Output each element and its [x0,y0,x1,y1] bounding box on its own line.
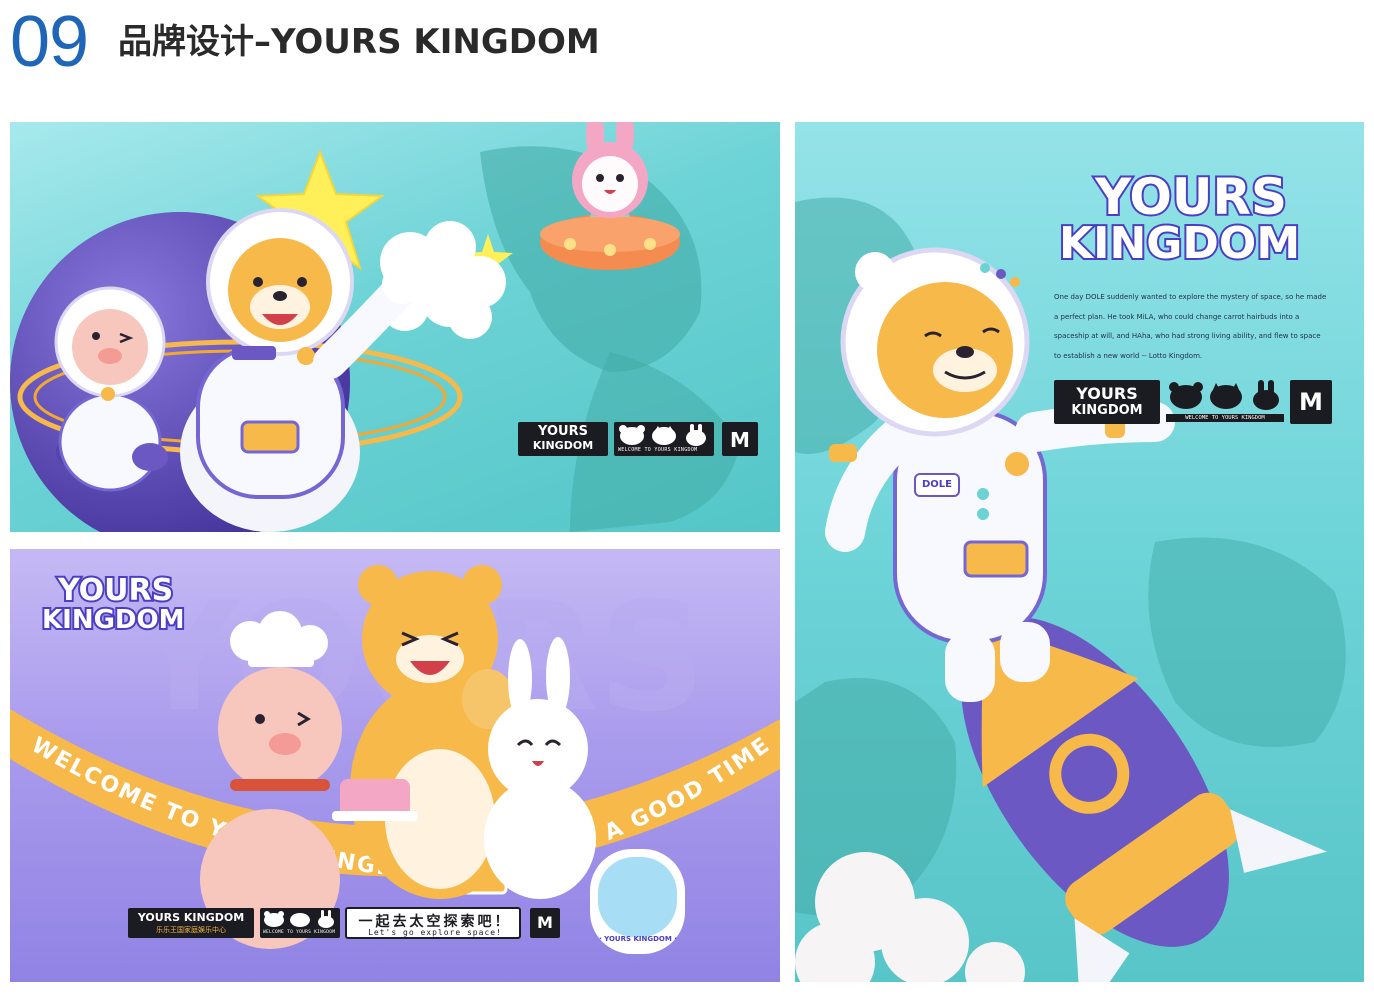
monogram-badge: M [722,422,758,456]
badge-logo-line2: KINGDOM [1071,403,1143,418]
story-line: a perfect plan. He took MiLA, who could … [1054,312,1300,321]
welcome-line: WELCOME TO YOURS KINGDOM [1166,414,1284,422]
slogan-box: 一起去太空探索吧！ Let's go explore space! [345,907,521,939]
brand-badge-bar: YOURS KINGDOM 乐乐王国家庭娱乐中心 [128,908,254,938]
brand-logo-line1: YOURS [56,571,175,610]
astronaut-name-tag: DOLE [921,479,952,490]
brand-badge-bar: YOURS KINGDOM [518,422,608,456]
poster-tiger-rocket: DOLE YOURS KINGDOM One day DOLE suddenly… [795,122,1364,982]
welcome-line: WELCOME TO YOURS KINGDOM [263,930,336,935]
character-icons-bar: WELCOME TO YOURS KINGDOM [1166,380,1284,424]
character-head-icons [619,424,706,446]
monogram-badge: M [1290,380,1332,424]
brand-badge-bar: YOURS KINGDOM [1054,380,1160,424]
monogram-letter: M [1299,388,1323,416]
brand-logo-line2: KINGDOM [1057,216,1302,271]
badge-logo-line1: YOURS [538,424,588,439]
badge-logo-line1: YOURS [1076,384,1138,403]
monogram-letter: M [730,428,750,452]
astronaut-planet-illustration [10,122,740,532]
story-line: spaceship at will, and HAha, who had str… [1054,332,1321,340]
monogram-badge: M [530,908,560,938]
section-number: 09 [10,2,89,82]
poster-three-friends: YOURS WELCOME TO YOURS KINGDOM ! HAVE A … [10,549,780,982]
section-title: 品牌设计–YOURS KINGDOM [118,22,600,62]
character-icons-bar: WELCOME TO YOURS KINGDOM [614,422,714,456]
character-head-icons [264,910,334,928]
brand-logo-line2: KINGDOM [40,603,186,637]
badge-logo-line2: KINGDOM [532,439,594,452]
sticker-label: · YOURS KINGDOM · [599,935,677,943]
section-header: 09 品牌设计–YOURS KINGDOM [0,0,1374,90]
character-icons-bar: WELCOME TO YOURS KINGDOM [260,908,340,938]
monogram-letter: M [537,913,553,932]
brand-story: One day DOLE suddenly wanted to explore … [1054,288,1339,366]
character-head-icons [1169,380,1279,410]
welcome-line: WELCOME TO YOURS KINGDOM [618,447,698,453]
slogan-en: Let's go explore space! [368,928,502,937]
badge-subtitle: 乐乐王国家庭娱乐中心 [156,926,226,934]
story-line: to establish a new world -- Lotto Kingdo… [1054,351,1203,360]
poster-astronauts-planet: YOURS KINGDOM WELCOME TO YOURS KINGDOM M [10,122,780,532]
badge-logo: YOURS KINGDOM [137,911,245,924]
story-line: One day DOLE suddenly wanted to explore … [1054,293,1327,301]
